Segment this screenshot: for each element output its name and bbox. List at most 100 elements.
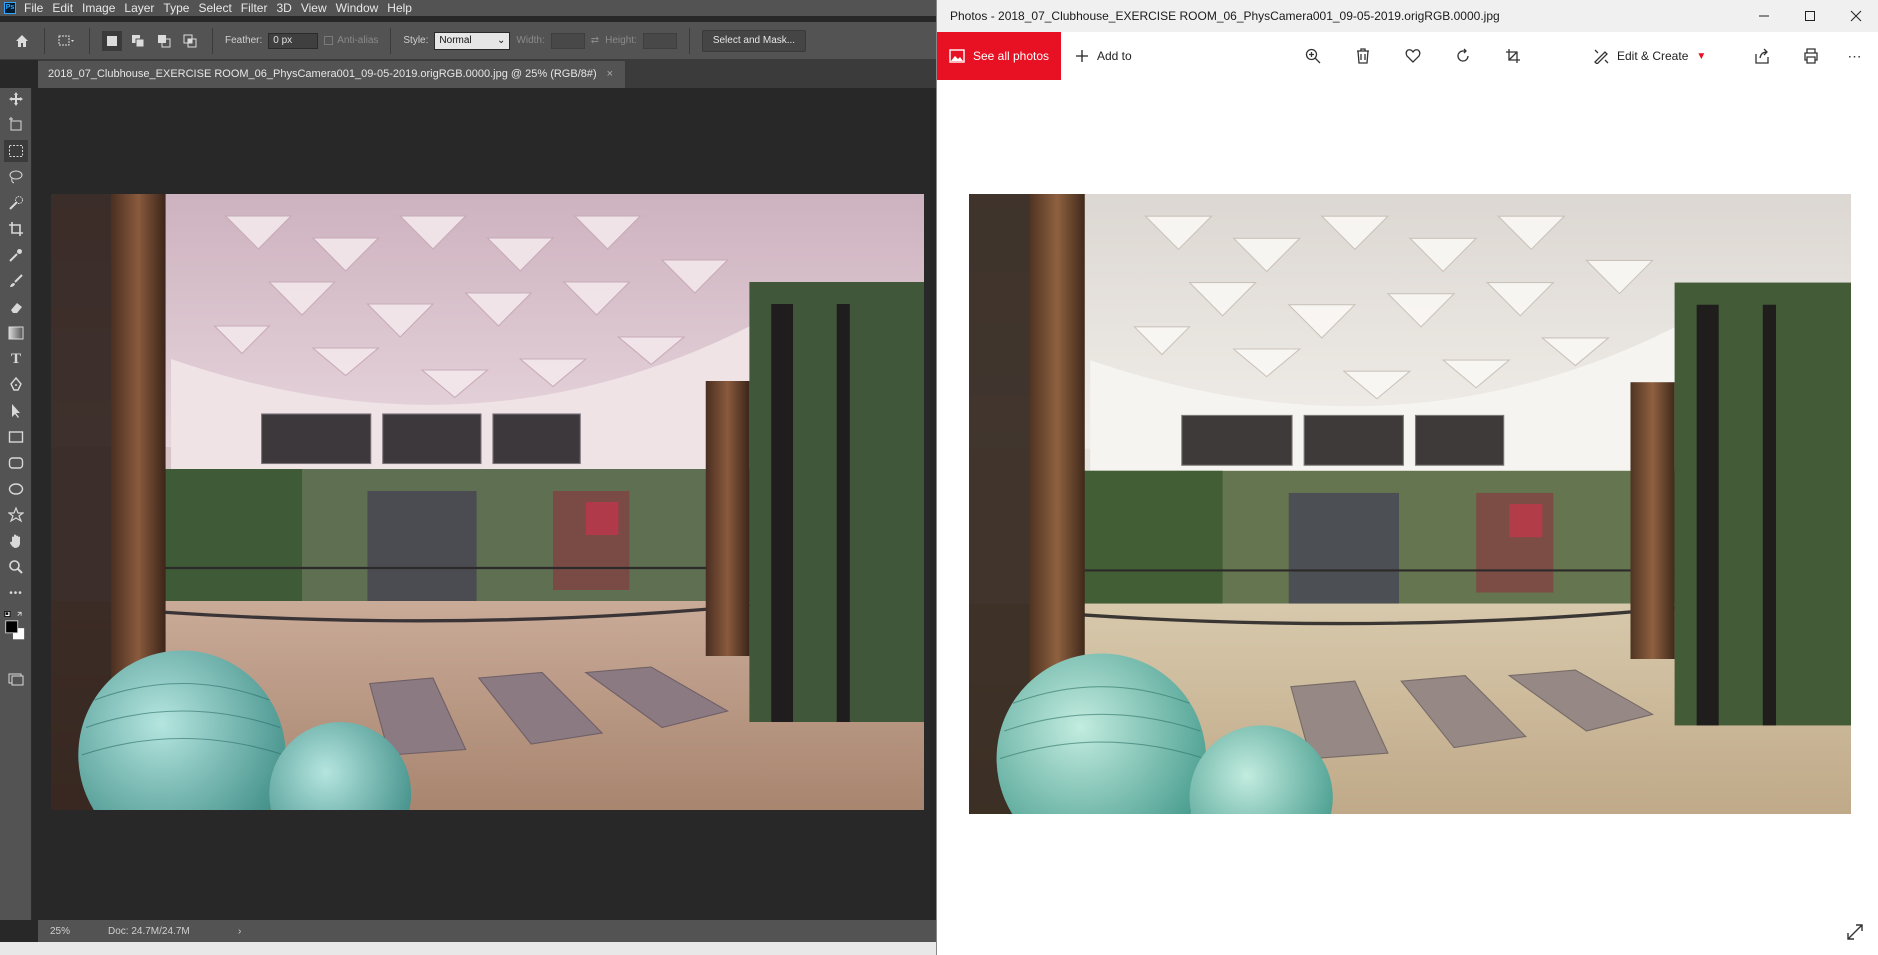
anti-alias-checkbox[interactable]: Anti-alias — [324, 35, 378, 46]
swap-dimensions-icon[interactable]: ⇄ — [591, 35, 599, 46]
edit-create-icon — [1594, 49, 1609, 64]
menu-file[interactable]: File — [24, 0, 52, 16]
edit-create-button[interactable]: Edit & Create ▼ — [1593, 44, 1706, 68]
path-selection-tool-icon[interactable] — [4, 400, 28, 422]
share-icon[interactable] — [1750, 44, 1774, 68]
subtract-from-selection-icon[interactable] — [154, 31, 174, 51]
width-label: Width: — [516, 35, 545, 46]
hand-tool-icon[interactable] — [4, 530, 28, 552]
marquee-preset-icon[interactable] — [57, 31, 77, 51]
divider — [212, 27, 213, 54]
zoom-level[interactable]: 25% — [38, 926, 108, 937]
anti-alias-label: Anti-alias — [337, 35, 379, 46]
document-tab-bar: 2018_07_Clubhouse_EXERCISE ROOM_06_PhysC… — [38, 60, 936, 88]
document-tab[interactable]: 2018_07_Clubhouse_EXERCISE ROOM_06_PhysC… — [38, 61, 626, 88]
menu-view[interactable]: View — [301, 0, 336, 16]
photos-image-view[interactable] — [969, 194, 1851, 814]
photoshop-window: Ps File Edit Image Layer Type Select Fil… — [0, 0, 936, 955]
home-icon[interactable] — [12, 31, 32, 51]
see-all-photos-label: See all photos — [972, 49, 1050, 63]
intersect-selection-icon[interactable] — [180, 31, 200, 51]
menu-edit[interactable]: Edit — [52, 0, 82, 16]
menu-window[interactable]: Window — [336, 0, 388, 16]
divider — [688, 27, 690, 54]
menu-layer[interactable]: Layer — [124, 0, 163, 16]
ps-menu-bar: Ps File Edit Image Layer Type Select Fil… — [0, 0, 936, 16]
style-dropdown[interactable]: Normal ⌄ — [434, 31, 511, 50]
menu-type[interactable]: Type — [163, 0, 198, 16]
feather-input[interactable]: 0 px — [268, 32, 319, 49]
rotate-icon[interactable] — [1451, 44, 1475, 68]
chevron-down-icon: ⌄ — [497, 34, 506, 46]
close-icon[interactable] — [1833, 0, 1878, 32]
zoom-icon[interactable] — [1301, 44, 1325, 68]
quick-selection-tool-icon[interactable] — [4, 192, 28, 214]
favorite-icon[interactable] — [1401, 44, 1425, 68]
taskbar-strip — [0, 942, 936, 955]
add-to-button[interactable]: Add to — [1075, 49, 1132, 63]
minimize-icon[interactable] — [1741, 0, 1787, 32]
document-tab-title: 2018_07_Clubhouse_EXERCISE ROOM_06_PhysC… — [48, 68, 597, 80]
ps-status-bar: 25% Doc: 24.7M/24.7M › — [38, 920, 936, 942]
ellipse-tool-icon[interactable] — [4, 478, 28, 500]
new-selection-icon[interactable] — [102, 30, 122, 51]
lasso-tool-icon[interactable] — [4, 166, 28, 188]
divider — [390, 27, 392, 54]
more-tools-icon[interactable]: ••• — [4, 582, 28, 604]
screen-mode-icon[interactable] — [4, 668, 28, 690]
rectangular-marquee-tool-icon[interactable] — [4, 140, 28, 162]
photos-app-window: Photos - 2018_07_Clubhouse_EXERCISE ROOM… — [936, 0, 1878, 955]
menu-filter[interactable]: Filter — [241, 0, 277, 16]
photoshop-logo-icon: Ps — [4, 2, 16, 14]
see-all-photos-button[interactable]: See all photos — [937, 32, 1061, 80]
chevron-down-icon: ▼ — [1696, 50, 1707, 62]
maximize-icon[interactable] — [1787, 0, 1833, 32]
artboard-tool-icon[interactable] — [4, 114, 28, 136]
add-to-selection-icon[interactable] — [128, 31, 148, 51]
ps-canvas-area — [38, 88, 936, 920]
add-to-label: Add to — [1097, 49, 1132, 63]
ps-options-bar: Feather: 0 px Anti-alias Style: Normal ⌄… — [0, 22, 936, 60]
more-icon[interactable]: ⋯ — [1843, 44, 1867, 68]
close-icon[interactable]: × — [607, 61, 613, 88]
status-arrow-icon[interactable]: › — [238, 926, 241, 937]
gym-photo-photos — [969, 194, 1851, 814]
type-tool-icon[interactable]: T — [4, 348, 28, 370]
move-tool-icon[interactable] — [4, 88, 28, 110]
divider — [44, 27, 45, 54]
doc-size: Doc: 24.7M/24.7M — [108, 925, 190, 937]
edit-create-label: Edit & Create — [1617, 49, 1689, 63]
style-value: Normal — [439, 34, 472, 46]
ps-document-image[interactable] — [51, 194, 924, 810]
style-label: Style: — [403, 35, 429, 46]
feather-label: Feather: — [225, 35, 263, 46]
rounded-rectangle-tool-icon[interactable] — [4, 452, 28, 474]
zoom-tool-icon[interactable] — [4, 556, 28, 578]
expand-icon[interactable] — [1844, 921, 1866, 943]
crop-tool-icon[interactable] — [4, 218, 28, 240]
color-swatches-icon[interactable] — [4, 608, 28, 644]
crop-icon[interactable] — [1501, 44, 1525, 68]
brush-tool-icon[interactable] — [4, 270, 28, 292]
divider — [89, 27, 90, 54]
delete-icon[interactable] — [1351, 44, 1375, 68]
checkbox-icon — [324, 36, 334, 45]
pen-tool-icon[interactable] — [4, 374, 28, 396]
height-label: Height: — [605, 35, 637, 46]
window-title: Photos - 2018_07_Clubhouse_EXERCISE ROOM… — [950, 9, 1500, 23]
rectangle-tool-icon[interactable] — [4, 426, 28, 448]
gym-photo-ps — [51, 194, 924, 810]
height-input[interactable] — [642, 32, 677, 49]
eraser-tool-icon[interactable] — [4, 296, 28, 318]
menu-image[interactable]: Image — [82, 0, 124, 16]
menu-select[interactable]: Select — [198, 0, 240, 16]
menu-help[interactable]: Help — [387, 0, 421, 16]
gradient-tool-icon[interactable] — [4, 322, 28, 344]
eyedropper-tool-icon[interactable] — [4, 244, 28, 266]
width-input[interactable] — [550, 32, 585, 49]
plus-icon — [1076, 50, 1088, 62]
select-and-mask-button[interactable]: Select and Mask... — [701, 29, 807, 52]
menu-3d[interactable]: 3D — [276, 0, 300, 16]
print-icon[interactable] — [1799, 44, 1823, 68]
custom-shape-tool-icon[interactable] — [4, 504, 28, 526]
